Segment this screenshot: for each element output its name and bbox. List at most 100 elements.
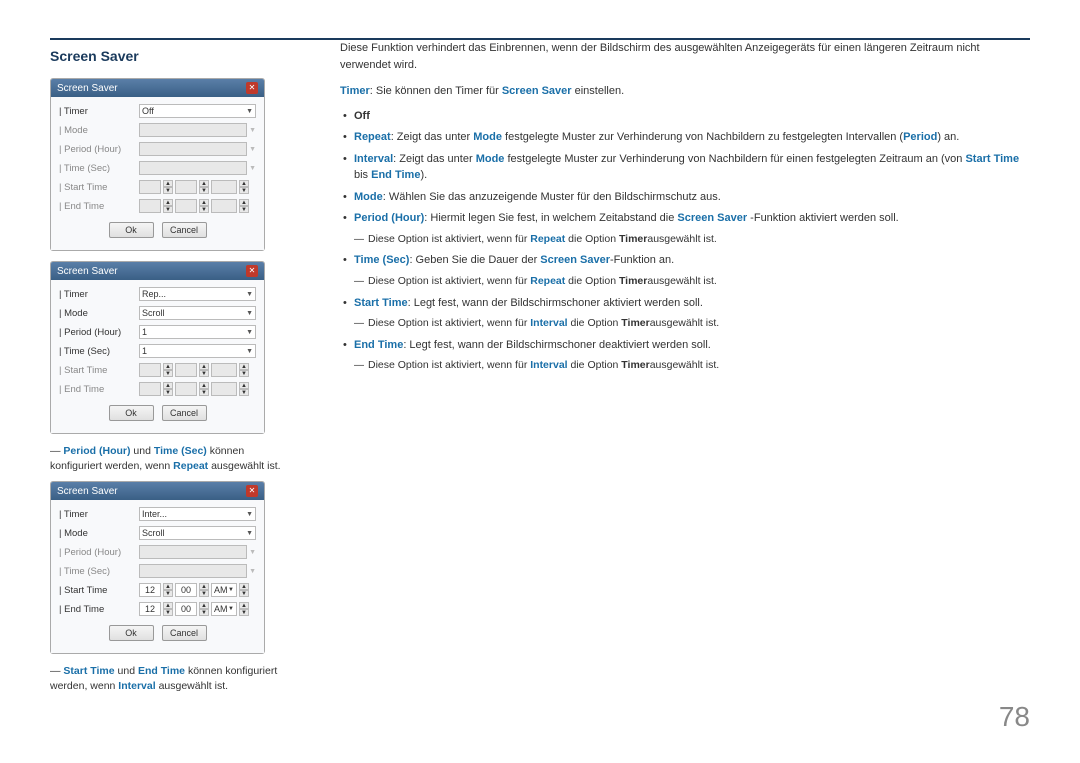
dialog-1-close[interactable]: ✕ bbox=[246, 82, 258, 94]
dialog-3-close[interactable]: ✕ bbox=[246, 485, 258, 497]
dialog-3-end-h-dn[interactable]: ▼ bbox=[163, 609, 173, 616]
dialog-3-start-h-dn[interactable]: ▼ bbox=[163, 590, 173, 597]
dialog-3-end-h-up[interactable]: ▲ bbox=[163, 602, 173, 609]
timer-bold: Screen Saver bbox=[502, 85, 572, 97]
dialog-3-start-h-up[interactable]: ▲ bbox=[163, 583, 173, 590]
dialog-3-end-ampm-dn[interactable]: ▼ bbox=[239, 609, 249, 616]
dialog-2-close[interactable]: ✕ bbox=[246, 265, 258, 277]
dialog-1-timesec-arrow: ▼ bbox=[249, 165, 256, 172]
dialog-3-starttime-row: | Start Time 12 ▲▼ 00 ▲▼ AM▼ ▲▼ bbox=[59, 582, 256, 598]
dialog-1-cancel-button[interactable]: Cancel bbox=[162, 222, 207, 238]
dialog-3-timer-select[interactable]: Inter... ▼ bbox=[139, 507, 256, 521]
dialog-1-start-ampm-dn: ▼ bbox=[239, 187, 249, 194]
dialog-2-end-m bbox=[175, 382, 197, 396]
bullet-interval-endtime: End Time bbox=[371, 169, 420, 181]
caption-2: — Start Time und End Time können konfigu… bbox=[50, 664, 290, 693]
dialog-1-title: Screen Saver bbox=[57, 83, 118, 94]
dialog-3-end-h: 12 bbox=[139, 602, 161, 616]
dialog-3-timer-value: Inter... bbox=[142, 509, 167, 519]
dialog-2-cancel-button[interactable]: Cancel bbox=[162, 405, 207, 421]
dialog-2-title: Screen Saver bbox=[57, 266, 118, 277]
dialog-1-starttime-row: | Start Time ▲▼ ▲▼ ▲▼ bbox=[59, 179, 256, 195]
bullet-endtime-sub: Diese Option ist aktiviert, wenn für Int… bbox=[340, 358, 1030, 374]
bullet-repeat-label: Repeat bbox=[354, 131, 391, 143]
dialog-3-start-ampm-dn[interactable]: ▼ bbox=[239, 590, 249, 597]
dialog-2-start-ampm bbox=[211, 363, 237, 377]
bullet-timesec-screensaver: Screen Saver bbox=[540, 254, 610, 266]
dialog-1-endtime-row: | End Time ▲▼ ▲▼ ▲▼ bbox=[59, 198, 256, 214]
dialog-3-ok-button[interactable]: Ok bbox=[109, 625, 154, 641]
dialog-1-ok-button[interactable]: Ok bbox=[109, 222, 154, 238]
dialog-1-starttime-field: ▲▼ ▲▼ ▲▼ bbox=[139, 180, 249, 194]
dialog-1-end-ampm-up: ▲ bbox=[239, 199, 249, 206]
dialog-3-period-label: | Period (Hour) bbox=[59, 547, 139, 558]
dialog-2-timer-arrow: ▼ bbox=[246, 291, 253, 298]
dialog-1-timesec-row: | Time (Sec) ▼ bbox=[59, 160, 256, 176]
dialog-3: Screen Saver ✕ | Timer Inter... ▼ | Mode… bbox=[50, 481, 265, 654]
dialog-2-ok-button[interactable]: Ok bbox=[109, 405, 154, 421]
dialog-1-end-m-up: ▲ bbox=[199, 199, 209, 206]
dialog-1-start-ampm-up: ▲ bbox=[239, 180, 249, 187]
dialog-3-start-m-dn[interactable]: ▼ bbox=[199, 590, 209, 597]
dialog-2-starttime-row: | Start Time ▲▼ ▲▼ ▲▼ bbox=[59, 362, 256, 378]
dialog-1-period-input bbox=[139, 142, 247, 156]
bullet-interval-label: Interval bbox=[354, 153, 393, 165]
dialog-1-period-label: | Period (Hour) bbox=[59, 144, 139, 155]
bullet-timesec: Time (Sec): Geben Sie die Dauer der Scre… bbox=[340, 252, 1030, 269]
bullet-starttime-sub-interval: Interval bbox=[530, 317, 567, 329]
bullet-repeat-period: Period bbox=[903, 131, 937, 143]
dialog-1-end-ampm-dn: ▼ bbox=[239, 206, 249, 213]
dialog-3-timer-row: | Timer Inter... ▼ bbox=[59, 506, 256, 522]
dialog-3-timesec-input bbox=[139, 564, 247, 578]
dialog-3-end-m: 00 bbox=[175, 602, 197, 616]
bullet-endtime: End Time: Legt fest, wann der Bildschirm… bbox=[340, 337, 1030, 354]
top-border bbox=[50, 38, 1030, 40]
dialog-3-end-ampm-up[interactable]: ▲ bbox=[239, 602, 249, 609]
dialog-2-period-select[interactable]: 1 ▼ bbox=[139, 325, 256, 339]
dialog-2-start-m bbox=[175, 363, 197, 377]
dialog-2-mode-select[interactable]: Scroll ▼ bbox=[139, 306, 256, 320]
bullet-mode-label: Mode bbox=[354, 191, 383, 203]
dialog-2-timer-select[interactable]: Rep... ▼ bbox=[139, 287, 256, 301]
dialog-2-end-h-dn: ▼ bbox=[163, 389, 173, 396]
dialog-1-end-ampm bbox=[211, 199, 237, 213]
dialog-3-end-m-up[interactable]: ▲ bbox=[199, 602, 209, 609]
dialog-1-mode-label: | Mode bbox=[59, 125, 139, 136]
dialog-2: Screen Saver ✕ | Timer Rep... ▼ | Mode S… bbox=[50, 261, 265, 434]
dialog-2-period-arrow: ▼ bbox=[246, 329, 253, 336]
dialog-3-mode-arrow: ▼ bbox=[246, 530, 253, 537]
dialog-3-start-ampm-up[interactable]: ▲ bbox=[239, 583, 249, 590]
dialog-3-endtime-field: 12 ▲▼ 00 ▲▼ AM▼ ▲▼ bbox=[139, 602, 249, 616]
dialog-3-mode-select[interactable]: Scroll ▼ bbox=[139, 526, 256, 540]
bullet-period-label: Period (Hour) bbox=[354, 212, 424, 224]
page-number: 78 bbox=[999, 701, 1030, 733]
intro-text: Diese Funktion verhindert das Einbrennen… bbox=[340, 40, 1030, 73]
dialog-1-timer-select[interactable]: Off ▼ bbox=[139, 104, 256, 118]
dialog-3-start-h: 12 bbox=[139, 583, 161, 597]
timer-intro-line: Timer: Sie können den Timer für Screen S… bbox=[340, 83, 1030, 100]
dialog-3-start-ampm[interactable]: AM▼ bbox=[211, 583, 237, 597]
dialog-2-period-value: 1 bbox=[142, 327, 147, 337]
dialog-2-timesec-arrow: ▼ bbox=[246, 348, 253, 355]
dialog-3-end-m-dn[interactable]: ▼ bbox=[199, 609, 209, 616]
dialog-3-cancel-button[interactable]: Cancel bbox=[162, 625, 207, 641]
dialog-1-start-m bbox=[175, 180, 197, 194]
dialog-2-end-m-up: ▲ bbox=[199, 382, 209, 389]
bullet-interval-starttime: Start Time bbox=[965, 153, 1019, 165]
dialog-2-endtime-row: | End Time ▲▼ ▲▼ ▲▼ bbox=[59, 381, 256, 397]
dialog-2-timesec-select[interactable]: 1 ▼ bbox=[139, 344, 256, 358]
bullet-mode: Mode: Wählen Sie das anzuzeigende Muster… bbox=[340, 189, 1030, 206]
dialog-1-period-row: | Period (Hour) ▼ bbox=[59, 141, 256, 157]
dialog-1-body: | Timer Off ▼ | Mode ▼ | Period (Hour) bbox=[51, 97, 264, 250]
dialog-2-end-ampm-up: ▲ bbox=[239, 382, 249, 389]
dialog-1-timesec-input bbox=[139, 161, 247, 175]
dialog-3-start-m-up[interactable]: ▲ bbox=[199, 583, 209, 590]
bullet-interval: Interval: Zeigt das unter Mode festgeleg… bbox=[340, 151, 1030, 184]
dialog-3-timesec-row: | Time (Sec) ▼ bbox=[59, 563, 256, 579]
dialog-3-starttime-label: | Start Time bbox=[59, 585, 139, 596]
dialog-1-end-m bbox=[175, 199, 197, 213]
dialog-2-timer-label: | Timer bbox=[59, 289, 139, 300]
dialog-3-end-ampm[interactable]: AM▼ bbox=[211, 602, 237, 616]
bullet-timesec-label: Time (Sec) bbox=[354, 254, 409, 266]
dialog-1-end-h bbox=[139, 199, 161, 213]
